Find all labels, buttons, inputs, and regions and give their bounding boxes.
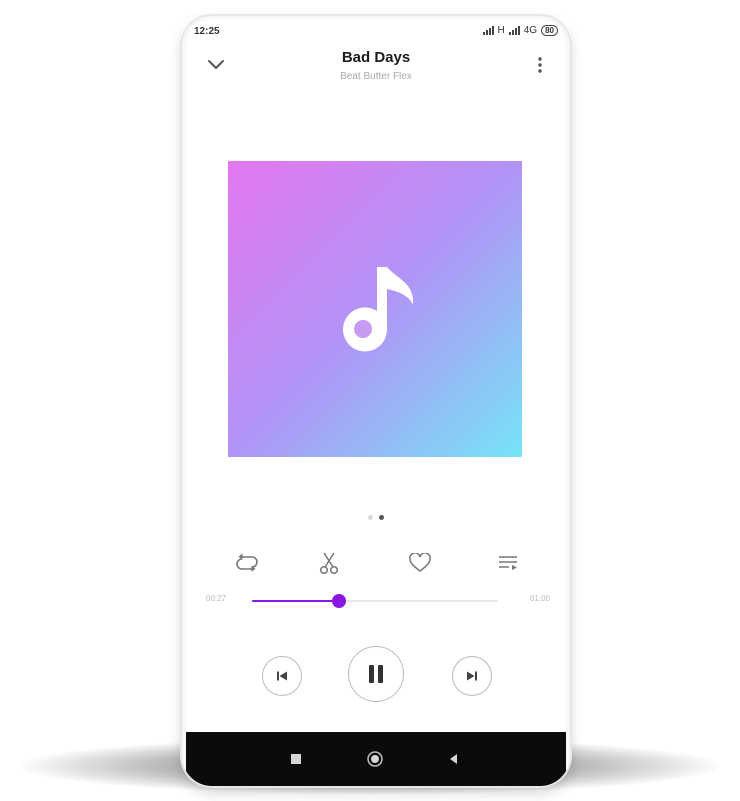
artist-name: Beat Butter Flex [340,71,412,82]
network-label: H [497,25,505,36]
music-note-icon [343,267,414,352]
queue-button[interactable] [492,547,524,579]
song-title: Bad Days [341,49,411,66]
system-nav-bar [186,732,566,786]
recents-button[interactable] [288,751,304,767]
play-pause-button[interactable] [348,646,404,702]
seek-thumb[interactable] [332,594,347,608]
signal-icon-2 [508,26,520,35]
skip-next-icon [467,671,477,681]
status-time: 12:25 [194,26,220,37]
previous-button[interactable] [262,656,302,696]
next-button[interactable] [452,656,492,696]
scissors-icon [319,552,339,575]
skip-previous-icon [277,671,287,681]
seek-track[interactable] [252,594,498,608]
repeat-button[interactable] [231,547,263,579]
player-screen: 12:25 H 4G 80 Bad Days Beat Butter Flex [186,19,566,786]
album-art [228,161,522,457]
circle-icon [367,751,383,767]
repeat-icon [236,553,258,572]
phone-frame: 12:25 H 4G 80 Bad Days Beat Butter Flex [182,16,570,786]
home-button[interactable] [367,751,383,767]
status-bar: 12:25 H 4G 80 [194,24,558,40]
back-button[interactable] [446,751,462,767]
trim-button[interactable] [313,547,345,579]
seek-bar: 00:27 01:00 [196,589,556,611]
heart-icon [409,553,431,572]
more-vertical-icon [538,57,542,73]
elapsed-time: 00:27 [206,594,227,603]
pause-icon [369,665,383,683]
status-icons: H 4G 80 [482,25,558,36]
pager-dot[interactable] [368,515,373,520]
favorite-button[interactable] [404,547,436,579]
network-type: 4G [523,25,538,36]
signal-icon [482,26,494,35]
playlist-icon [499,556,517,570]
square-icon [291,754,301,764]
total-time: 01:00 [529,594,550,603]
action-bar [186,547,566,579]
pager-dots [186,515,566,520]
seek-progress [252,600,340,602]
triangle-back-icon [450,754,457,764]
more-options-button[interactable] [530,53,550,77]
pager-dot-active[interactable] [379,515,384,520]
battery-icon: 80 [541,25,558,36]
